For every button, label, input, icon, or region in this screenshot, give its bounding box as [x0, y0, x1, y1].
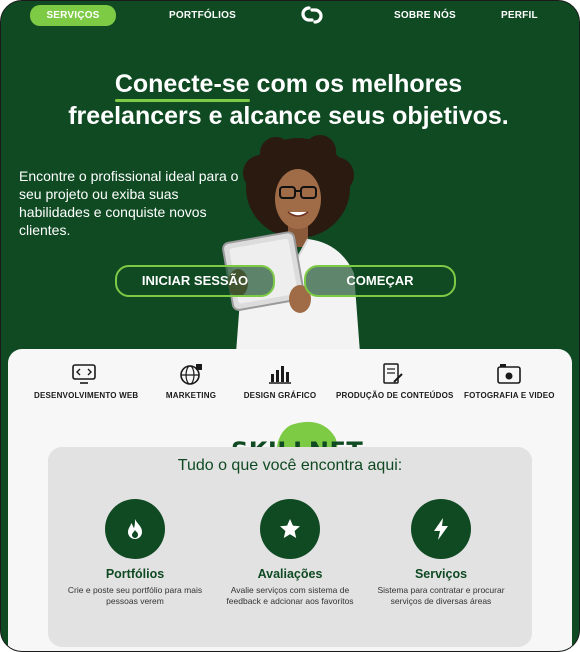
feature-title: Avaliações — [257, 567, 323, 581]
category-web-dev[interactable]: DESENVOLVIMENTO WEB — [34, 363, 139, 400]
category-label: FOTOGRAFIA E VIDEO — [464, 391, 555, 400]
nav-perfil[interactable]: PERFIL — [501, 7, 538, 25]
nav-servicos[interactable]: SERVIÇOS — [30, 5, 116, 26]
content-panel: DESENVOLVIMENTO WEB MARKETING DESIGN GRÁ… — [8, 349, 572, 651]
bar-chart-icon — [269, 366, 291, 384]
monitor-code-icon — [72, 364, 96, 384]
category-label: DESENVOLVIMENTO WEB — [34, 391, 139, 400]
feature-description: Avalie serviços com sistema de feedback … — [226, 585, 354, 606]
category-photo-video[interactable]: FOTOGRAFIA E VIDEO — [464, 363, 555, 400]
flame-icon — [128, 519, 142, 539]
category-marketing[interactable]: MARKETING — [156, 363, 226, 400]
nav-portfolios[interactable]: PORTFÓLIOS — [169, 7, 236, 25]
feature-portfolios[interactable]: Portfólios Crie e poste seu portfólio pa… — [60, 499, 210, 606]
nav-sobre-nos[interactable]: SOBRE NÓS — [394, 7, 456, 25]
feature-title: Portfólios — [105, 567, 165, 581]
document-pen-icon — [383, 363, 403, 384]
lightning-icon — [434, 518, 448, 540]
feature-icon-circle — [260, 499, 320, 559]
star-icon — [280, 519, 300, 538]
headline-line2: freelancers e alcance seus objetivos. — [68, 102, 509, 130]
feature-description: Sistema para contratar e procurar serviç… — [377, 585, 505, 606]
top-nav: SERVIÇOS PORTFÓLIOS SOBRE NÓS PERFIL — [1, 1, 579, 31]
feature-servicos[interactable]: Serviços Sistema para contratar e procur… — [366, 499, 516, 606]
login-button[interactable]: INICIAR SESSÃO — [115, 265, 275, 297]
headline-accent: Conecte-se — [114, 70, 250, 98]
category-design[interactable]: DESIGN GRÁFICO — [240, 363, 320, 400]
start-button[interactable]: COMEÇAR — [304, 265, 456, 297]
hero-person-image — [222, 135, 360, 353]
category-label: PRODUÇÃO DE CONTEÚDOS — [336, 391, 454, 400]
features-card: Tudo o que você encontra aqui: Portfólio… — [48, 447, 532, 647]
hero-headline: Conecte-se com os melhores freelancers e… — [1, 68, 576, 132]
feature-icon-circle — [411, 499, 471, 559]
category-content[interactable]: PRODUÇÃO DE CONTEÚDOS — [336, 363, 454, 400]
feature-title: Serviços — [414, 567, 468, 581]
headline-rest: com os melhores — [249, 70, 463, 98]
category-label: MARKETING — [165, 391, 217, 400]
link-logo-icon[interactable] — [298, 3, 326, 27]
camera-icon — [497, 364, 521, 384]
feature-description: Crie e poste seu portfólio para mais pes… — [67, 585, 203, 606]
globe-icon — [180, 364, 202, 385]
features-title: Tudo o que você encontra aqui: — [177, 457, 403, 474]
feature-icon-circle — [105, 499, 165, 559]
category-label: DESIGN GRÁFICO — [243, 391, 317, 400]
hero-subtext: Encontre o profissional ideal para o seu… — [19, 168, 239, 238]
page-frame: SERVIÇOS PORTFÓLIOS SOBRE NÓS PERFIL Con… — [0, 0, 580, 652]
feature-avaliacoes[interactable]: Avaliações Avalie serviços com sistema d… — [215, 499, 365, 606]
